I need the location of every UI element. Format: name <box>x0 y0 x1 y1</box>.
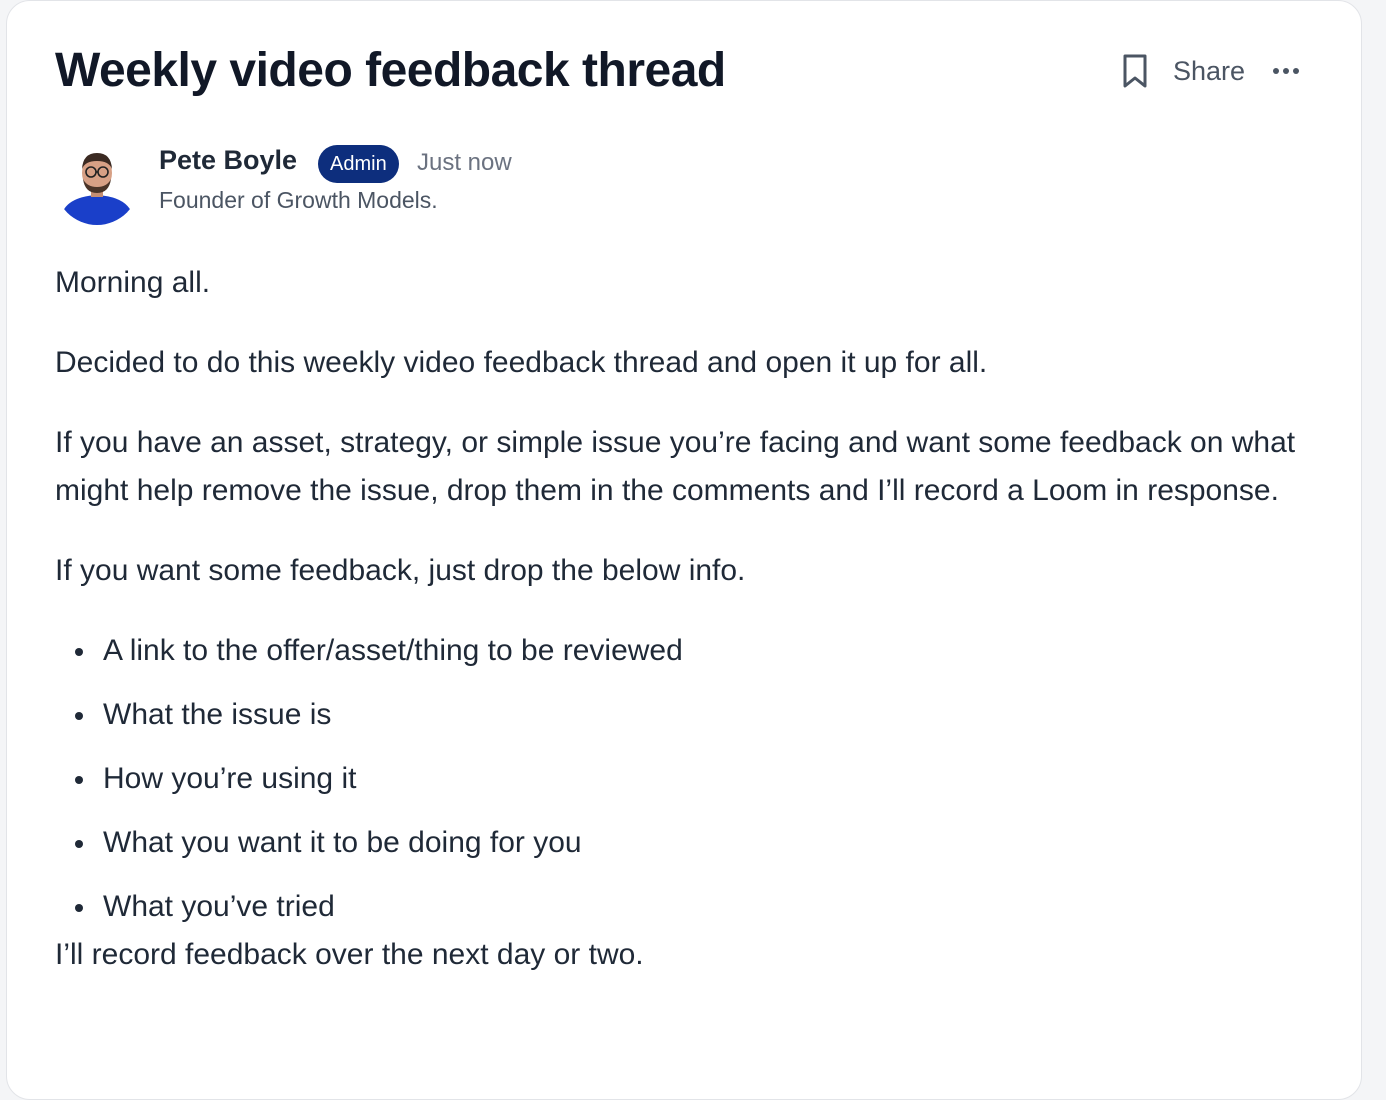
author-tagline: Founder of Growth Models. <box>159 187 438 213</box>
avatar[interactable] <box>55 141 139 225</box>
info-list: A link to the offer/asset/thing to be re… <box>55 627 1325 931</box>
post-timestamp: Just now <box>417 149 512 176</box>
paragraph: Decided to do this weekly video feedback… <box>55 346 988 379</box>
post-title: Weekly video feedback thread <box>55 44 726 97</box>
list-item: How you’re using it <box>55 755 1325 803</box>
author-block: Pete Boyle Admin Just now Founder of Gro… <box>55 137 755 227</box>
post-body: Morning all. Decided to do this weekly v… <box>55 259 1325 1011</box>
list-item: What you’ve tried <box>55 883 1325 931</box>
list-item: What the issue is <box>55 691 1325 739</box>
paragraph: Morning all. <box>55 266 211 299</box>
bookmark-icon[interactable] <box>1119 51 1151 91</box>
closing-paragraph: I’ll record feedback over the next day o… <box>55 938 644 971</box>
paragraph: If you have an asset, strategy, or simpl… <box>55 426 1296 507</box>
share-button[interactable]: Share <box>1173 56 1245 87</box>
list-item: A link to the offer/asset/thing to be re… <box>55 627 1325 675</box>
author-name[interactable]: Pete Boyle <box>159 143 297 177</box>
post-card: Weekly video feedback thread Share Pete … <box>6 0 1362 1100</box>
admin-badge: Admin <box>318 145 399 183</box>
paragraph: If you want some feedback, just drop the… <box>55 554 746 587</box>
list-item: What you want it to be doing for you <box>55 819 1325 867</box>
post-actions: Share <box>1119 49 1301 93</box>
more-horizontal-icon[interactable] <box>1271 56 1301 86</box>
